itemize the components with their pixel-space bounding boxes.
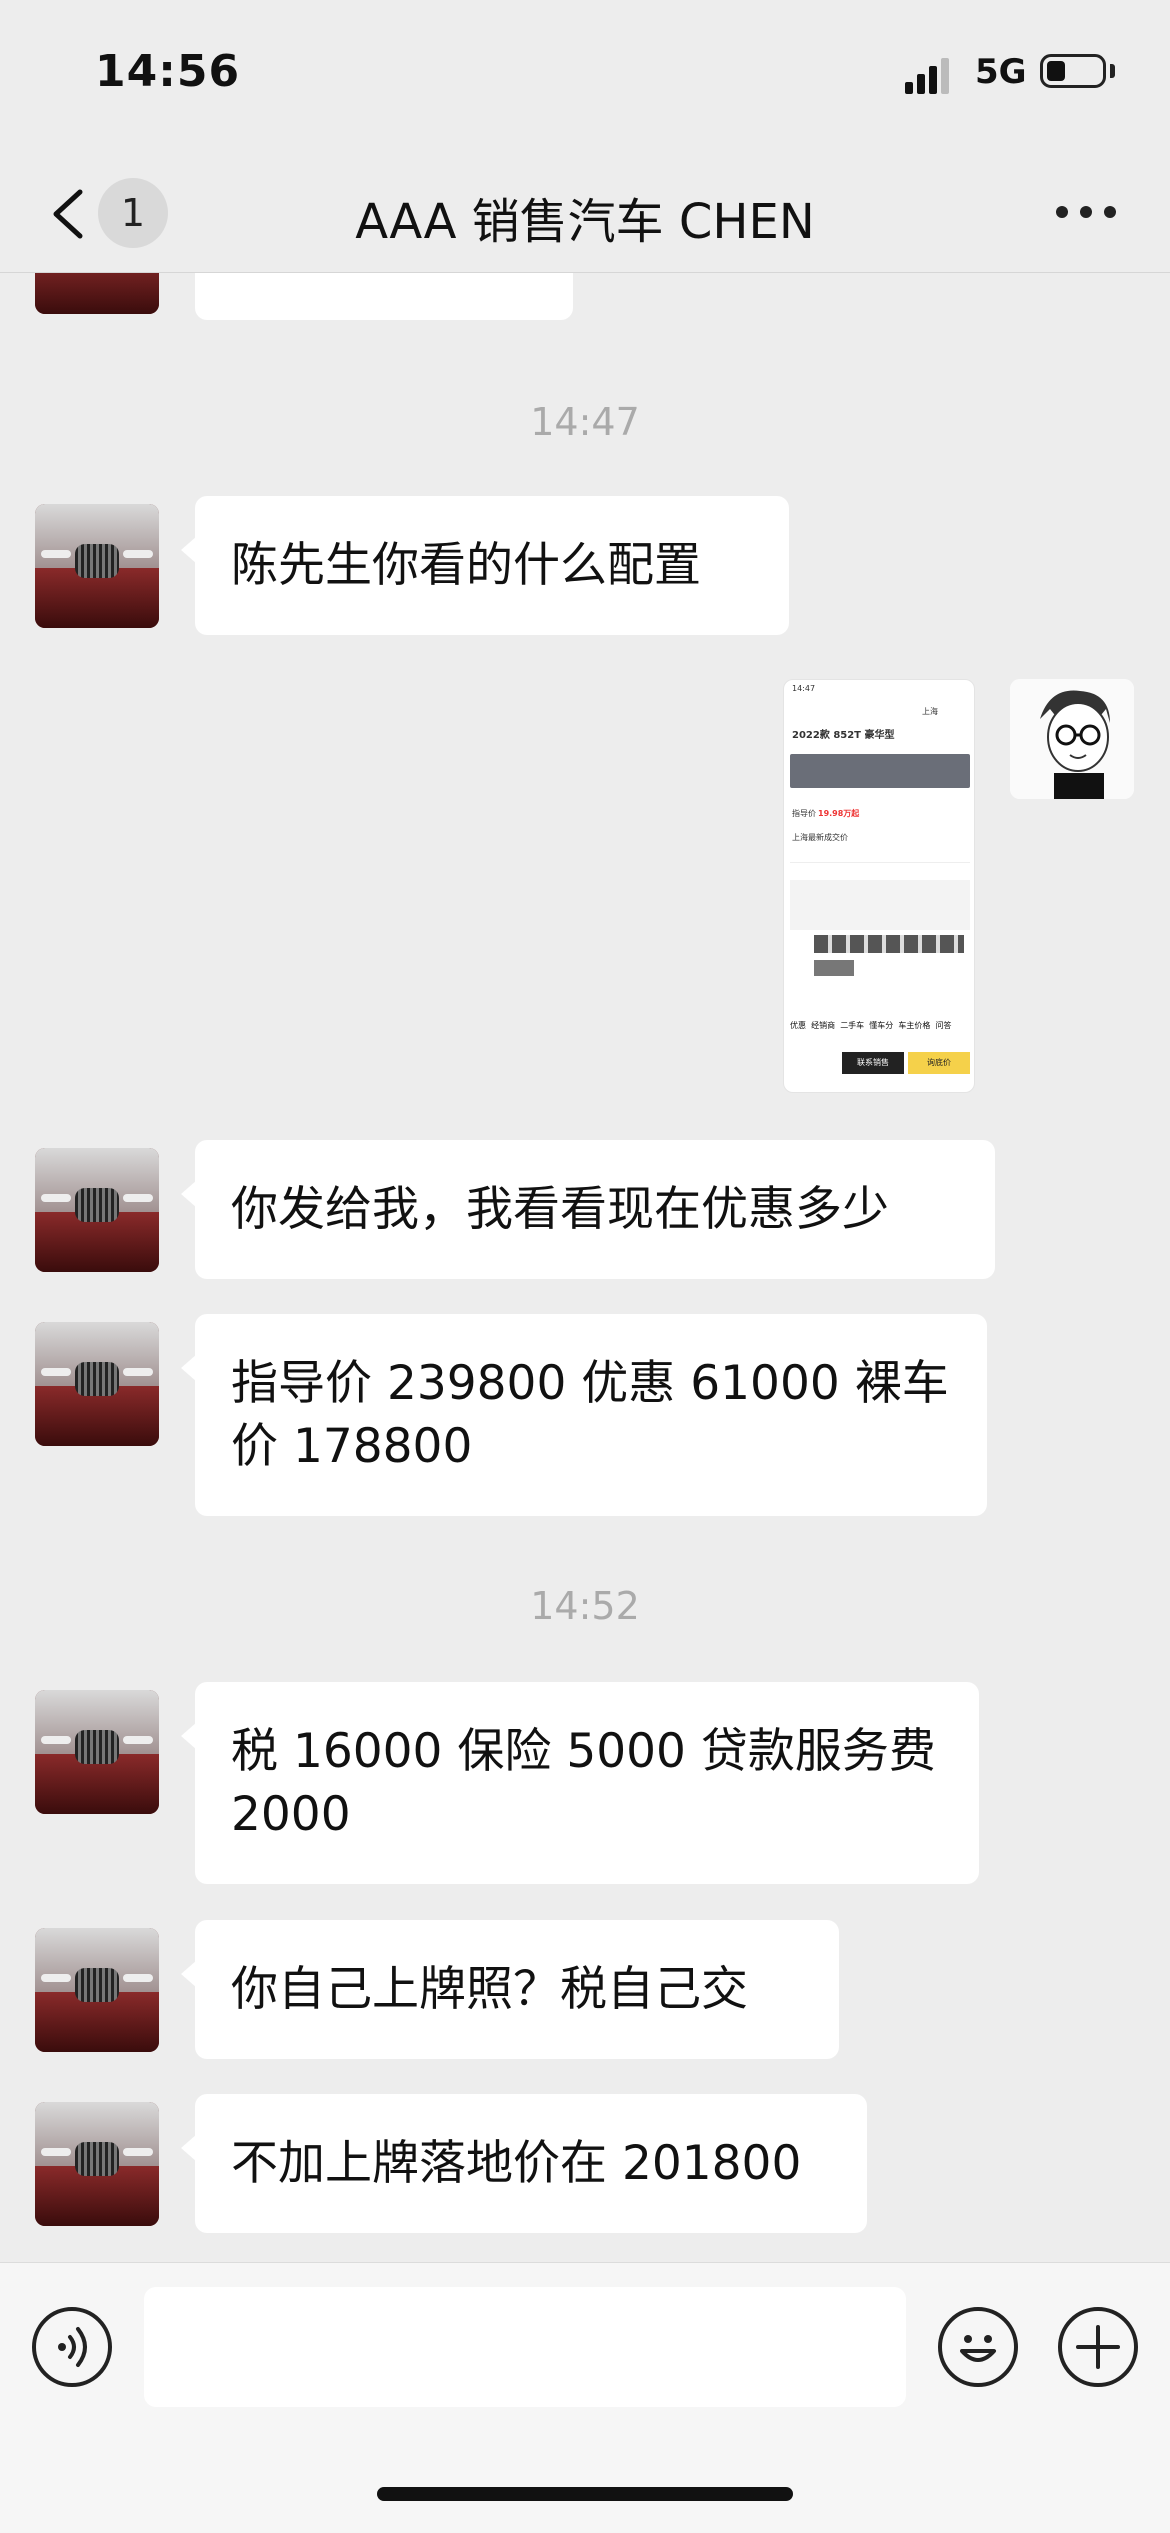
signal-icon bbox=[905, 58, 949, 94]
shared-image-location: 上海 bbox=[922, 707, 938, 716]
shared-image-status-time: 14:47 bbox=[792, 684, 816, 693]
message-text: 陈先生你看的什么配置 bbox=[231, 538, 701, 593]
contact-avatar[interactable] bbox=[35, 272, 159, 314]
more-button[interactable] bbox=[1056, 202, 1116, 222]
battery-level bbox=[1047, 61, 1065, 81]
contact-avatar[interactable] bbox=[35, 1148, 159, 1272]
contact-avatar[interactable] bbox=[35, 1928, 159, 2052]
message-bubble[interactable]: 指导价 239800 优惠 61000 裸车价 178800 bbox=[181, 1314, 987, 1516]
contact-avatar[interactable] bbox=[35, 504, 159, 628]
timestamp: 14:47 bbox=[530, 400, 640, 444]
shared-image-tab: 问答 bbox=[935, 1021, 952, 1030]
message-text: 你自己上牌照？税自己交 bbox=[231, 1962, 748, 2017]
shared-image-price-button: 询底价 bbox=[908, 1052, 970, 1074]
emoji-button[interactable] bbox=[938, 2307, 1018, 2387]
contact-avatar[interactable] bbox=[35, 1322, 159, 1446]
shared-image-tab: 二手车 bbox=[840, 1021, 865, 1030]
voice-icon bbox=[58, 2327, 87, 2367]
shared-image-tab: 优惠 bbox=[790, 1021, 806, 1030]
message-text: 你发给我，我看看现在优惠多少 bbox=[231, 1182, 889, 1237]
shared-image[interactable]: 14:47 上海 2022款 852T 豪华型 指导价 19.98万起 上海最新… bbox=[783, 679, 975, 1093]
message-bubble[interactable]: 你自己上牌照？税自己交 bbox=[181, 1920, 839, 2059]
message-bubble[interactable] bbox=[195, 272, 573, 320]
more-dot bbox=[1104, 206, 1116, 218]
more-dots-icon bbox=[1056, 206, 1068, 218]
plus-icon bbox=[1076, 2325, 1120, 2369]
message-bubble[interactable]: 你发给我，我看看现在优惠多少 bbox=[181, 1140, 995, 1279]
timestamp: 14:52 bbox=[530, 1584, 640, 1628]
home-indicator[interactable] bbox=[377, 2487, 793, 2501]
shared-image-price: 19.98万起 bbox=[818, 809, 860, 818]
contact-avatar[interactable] bbox=[35, 2102, 159, 2226]
network-type: 5G bbox=[975, 52, 1027, 92]
chat-title: AAA 销售汽车 CHEN bbox=[355, 194, 815, 250]
message-bubble[interactable]: 陈先生你看的什么配置 bbox=[181, 496, 789, 635]
shared-image-thumbs bbox=[814, 935, 964, 953]
plus-button[interactable] bbox=[1058, 2307, 1138, 2387]
shared-image-dealer-label: 上海最新成交价 bbox=[792, 833, 848, 842]
shared-image-tab: 经销商 bbox=[811, 1021, 836, 1030]
message-list[interactable]: 14:47 陈先生你看的什么配置 14:47 上海 2022款 852T 豪华型… bbox=[0, 272, 1170, 2262]
message-text: 指导价 239800 优惠 61000 裸车价 178800 bbox=[231, 1356, 949, 1474]
shared-image-contact-button: 联系销售 bbox=[842, 1052, 904, 1074]
contact-avatar[interactable] bbox=[35, 1690, 159, 1814]
message-text: 税 16000 保险 5000 贷款服务费 2000 bbox=[231, 1724, 936, 1842]
shared-image-tab: 车主价格 bbox=[898, 1021, 931, 1030]
cartoon-avatar-icon bbox=[1010, 679, 1134, 799]
status-bar: 14:56 5G bbox=[0, 0, 1170, 150]
more-dot bbox=[1080, 206, 1092, 218]
self-avatar[interactable] bbox=[1010, 679, 1134, 799]
voice-button[interactable] bbox=[32, 2307, 112, 2387]
shared-image-colors bbox=[814, 960, 854, 976]
shared-image-tab: 懂车分 bbox=[869, 1021, 894, 1030]
shared-image-specs bbox=[790, 880, 970, 930]
message-input[interactable] bbox=[144, 2287, 906, 2407]
message-bubble[interactable]: 不加上牌落地价在 201800 bbox=[181, 2094, 867, 2233]
shared-image-gallery bbox=[790, 754, 970, 788]
shared-image-model: 2022款 852T 豪华型 bbox=[792, 730, 895, 741]
input-bar bbox=[0, 2262, 1170, 2533]
chat-header: 1 AAA 销售汽车 CHEN bbox=[0, 150, 1170, 273]
message-bubble[interactable]: 税 16000 保险 5000 贷款服务费 2000 bbox=[181, 1682, 979, 1884]
shared-image-tabs: 优惠 经销商 二手车 懂车分 车主价格 问答 bbox=[790, 1020, 970, 1036]
emoji-icon bbox=[960, 2335, 996, 2362]
battery-icon bbox=[1040, 54, 1106, 88]
status-time: 14:56 bbox=[95, 46, 241, 97]
message-text: 不加上牌落地价在 201800 bbox=[231, 2136, 802, 2191]
battery-tip bbox=[1110, 64, 1115, 78]
shared-image-price-label: 指导价 bbox=[792, 809, 816, 818]
